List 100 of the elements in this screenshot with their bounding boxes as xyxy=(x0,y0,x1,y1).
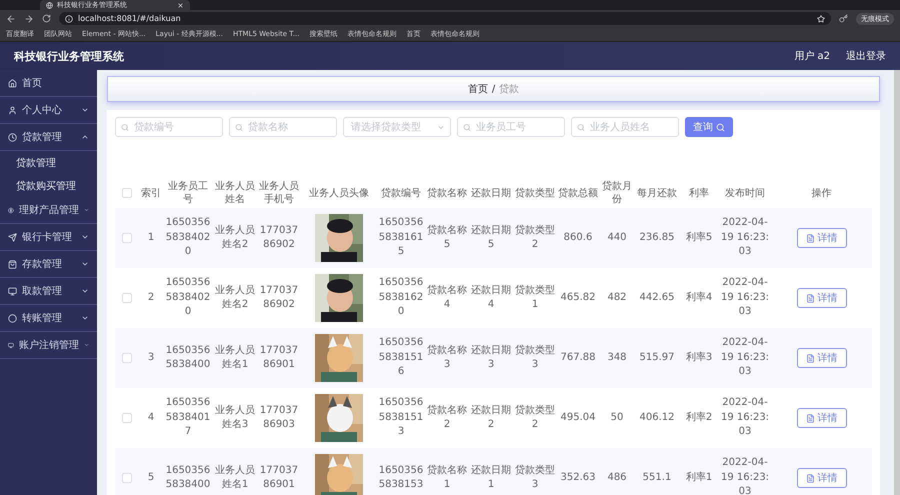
reload-icon[interactable] xyxy=(42,14,51,23)
key-icon[interactable] xyxy=(839,14,848,23)
table-cell-text: 352.63 xyxy=(560,470,596,485)
sidebar-subitem[interactable]: 贷款管理 xyxy=(0,151,97,174)
search-box[interactable]: 贷款名称 xyxy=(229,117,337,137)
table-cell-text: 2022-04-19 16:23:03 xyxy=(720,216,770,260)
table-cell-text: 165035658381513 xyxy=(378,396,424,440)
info-icon[interactable] xyxy=(65,14,73,22)
column-header: 利率 xyxy=(689,186,709,200)
table-cell-text: 165035658381620 xyxy=(378,276,424,320)
column-header: 贷款编号 xyxy=(381,186,421,200)
search-icon xyxy=(121,122,129,132)
column-header: 业务员工号 xyxy=(167,180,209,206)
document-icon xyxy=(806,294,814,302)
send-icon xyxy=(8,232,17,242)
table-cell-text: 利率2 xyxy=(686,410,712,425)
table-cell-text: 17703786901 xyxy=(258,344,300,372)
select-box[interactable]: 请选择贷款类型 xyxy=(343,117,451,137)
table-cell-text: 50 xyxy=(610,410,624,425)
table-cell-text: 16503565838153 xyxy=(378,464,424,492)
table-cell-text: 482 xyxy=(607,290,627,305)
back-icon[interactable] xyxy=(6,14,16,24)
table-cell-text: 业务人员姓名1 xyxy=(214,344,256,372)
forward-icon[interactable] xyxy=(24,14,34,24)
checkbox[interactable] xyxy=(122,188,132,198)
detail-button[interactable]: 详情 xyxy=(796,408,846,428)
app-title: 科技银行业务管理系统 xyxy=(14,48,125,64)
column-header: 贷款名称 xyxy=(427,186,467,200)
breadcrumb-separator: / xyxy=(492,84,496,94)
search-field[interactable]: 贷款编号 xyxy=(132,120,217,134)
search-icon xyxy=(463,122,471,132)
checkbox[interactable] xyxy=(122,233,132,243)
table-cell-text: 551.1 xyxy=(642,470,672,485)
checkbox[interactable] xyxy=(122,353,132,363)
table-cell-text: 利率1 xyxy=(686,470,712,485)
detail-button[interactable]: 详情 xyxy=(796,288,846,308)
user-label: 用户 a2 xyxy=(794,50,830,63)
table-cell-text: 5 xyxy=(148,470,154,485)
bag-icon xyxy=(8,260,17,268)
search-box[interactable]: 业务人员姓名 xyxy=(571,117,679,137)
coin-icon xyxy=(8,206,14,214)
table-cell-text: 495.04 xyxy=(560,410,596,425)
column-header: 索引 xyxy=(141,186,161,200)
table-cell-text: 165035658384017 xyxy=(164,396,212,440)
circle-icon xyxy=(8,314,17,322)
user-icon xyxy=(8,106,17,114)
monitor-icon xyxy=(8,286,17,296)
home-icon xyxy=(8,78,17,88)
table-cell-text: 406.12 xyxy=(640,410,674,425)
detail-button[interactable]: 详情 xyxy=(796,468,846,488)
table-cell-text: 2 xyxy=(148,290,154,305)
table-cell-text: 3 xyxy=(148,350,154,365)
table-cell: 2022-04-19 16:23:03 xyxy=(720,456,770,495)
table-cell-text: 17703786902 xyxy=(258,224,300,252)
column-header: 业务人员姓名 xyxy=(214,180,256,206)
table-cell-text: 还款日期5 xyxy=(470,224,512,252)
column-header: 贷款总额 xyxy=(558,186,598,200)
table-cell-text: 486 xyxy=(607,470,627,485)
search-box[interactable]: 贷款编号 xyxy=(115,117,223,137)
logout-link[interactable]: 退出登录 xyxy=(846,49,886,63)
table-cell-text: 贷款类型2 xyxy=(514,224,556,252)
star-icon[interactable] xyxy=(817,14,825,22)
table-cell-text: 442.65 xyxy=(640,290,674,305)
search-icon xyxy=(577,122,585,132)
close-icon[interactable] xyxy=(177,2,184,8)
checkbox[interactable] xyxy=(122,413,132,423)
table-cell-text: 17703786902 xyxy=(258,284,300,312)
table-cell-text: 2022-04-19 16:23:03 xyxy=(720,396,770,440)
detail-button[interactable]: 详情 xyxy=(796,228,846,248)
table-cell-text: 贷款名称2 xyxy=(426,404,468,432)
table-cell-text: 165035658381615 xyxy=(378,216,424,260)
search-box[interactable]: 业务员工号 xyxy=(457,117,565,137)
table-cell-text: 767.88 xyxy=(560,350,596,365)
checkbox[interactable] xyxy=(122,473,132,483)
table-cell-text: 465.82 xyxy=(560,290,596,305)
search-field[interactable]: 贷款名称 xyxy=(246,120,331,134)
column-header: 贷款月份 xyxy=(601,180,633,206)
type-select[interactable]: 请选择贷款类型 xyxy=(349,120,434,134)
table-cell-text: 贷款类型3 xyxy=(514,464,556,492)
table-cell-text: 165035658381516 xyxy=(378,336,424,380)
document-icon xyxy=(806,234,814,242)
detail-button[interactable]: 详情 xyxy=(796,348,846,368)
column-header: 发布时间 xyxy=(725,186,765,200)
search-field[interactable]: 业务员工号 xyxy=(474,120,559,134)
checkbox[interactable] xyxy=(122,293,132,303)
table-cell-text: 515.97 xyxy=(640,350,674,365)
search-field[interactable]: 业务人员姓名 xyxy=(588,120,673,134)
search-button[interactable]: 查询 xyxy=(685,117,733,137)
table-cell-text: 2022-04-19 16:23:03 xyxy=(720,276,770,320)
address-bar[interactable]: localhost:8081/#/daikuan xyxy=(59,12,831,25)
breadcrumb-link[interactable]: 首页 xyxy=(468,82,488,96)
clock-icon xyxy=(8,132,17,142)
table-cell-text: 贷款类型2 xyxy=(514,404,556,432)
table-cell-text: 业务人员姓名2 xyxy=(214,284,256,312)
sidebar-subitem[interactable]: 贷款购买管理 xyxy=(0,174,97,197)
column-header: 业务人员头像 xyxy=(309,186,369,200)
table-cell-text: 贷款名称3 xyxy=(426,344,468,372)
table-cell-text: 440 xyxy=(607,230,627,245)
table-cell-text: 348 xyxy=(607,350,627,365)
table-cell-text: 利率4 xyxy=(686,290,712,305)
